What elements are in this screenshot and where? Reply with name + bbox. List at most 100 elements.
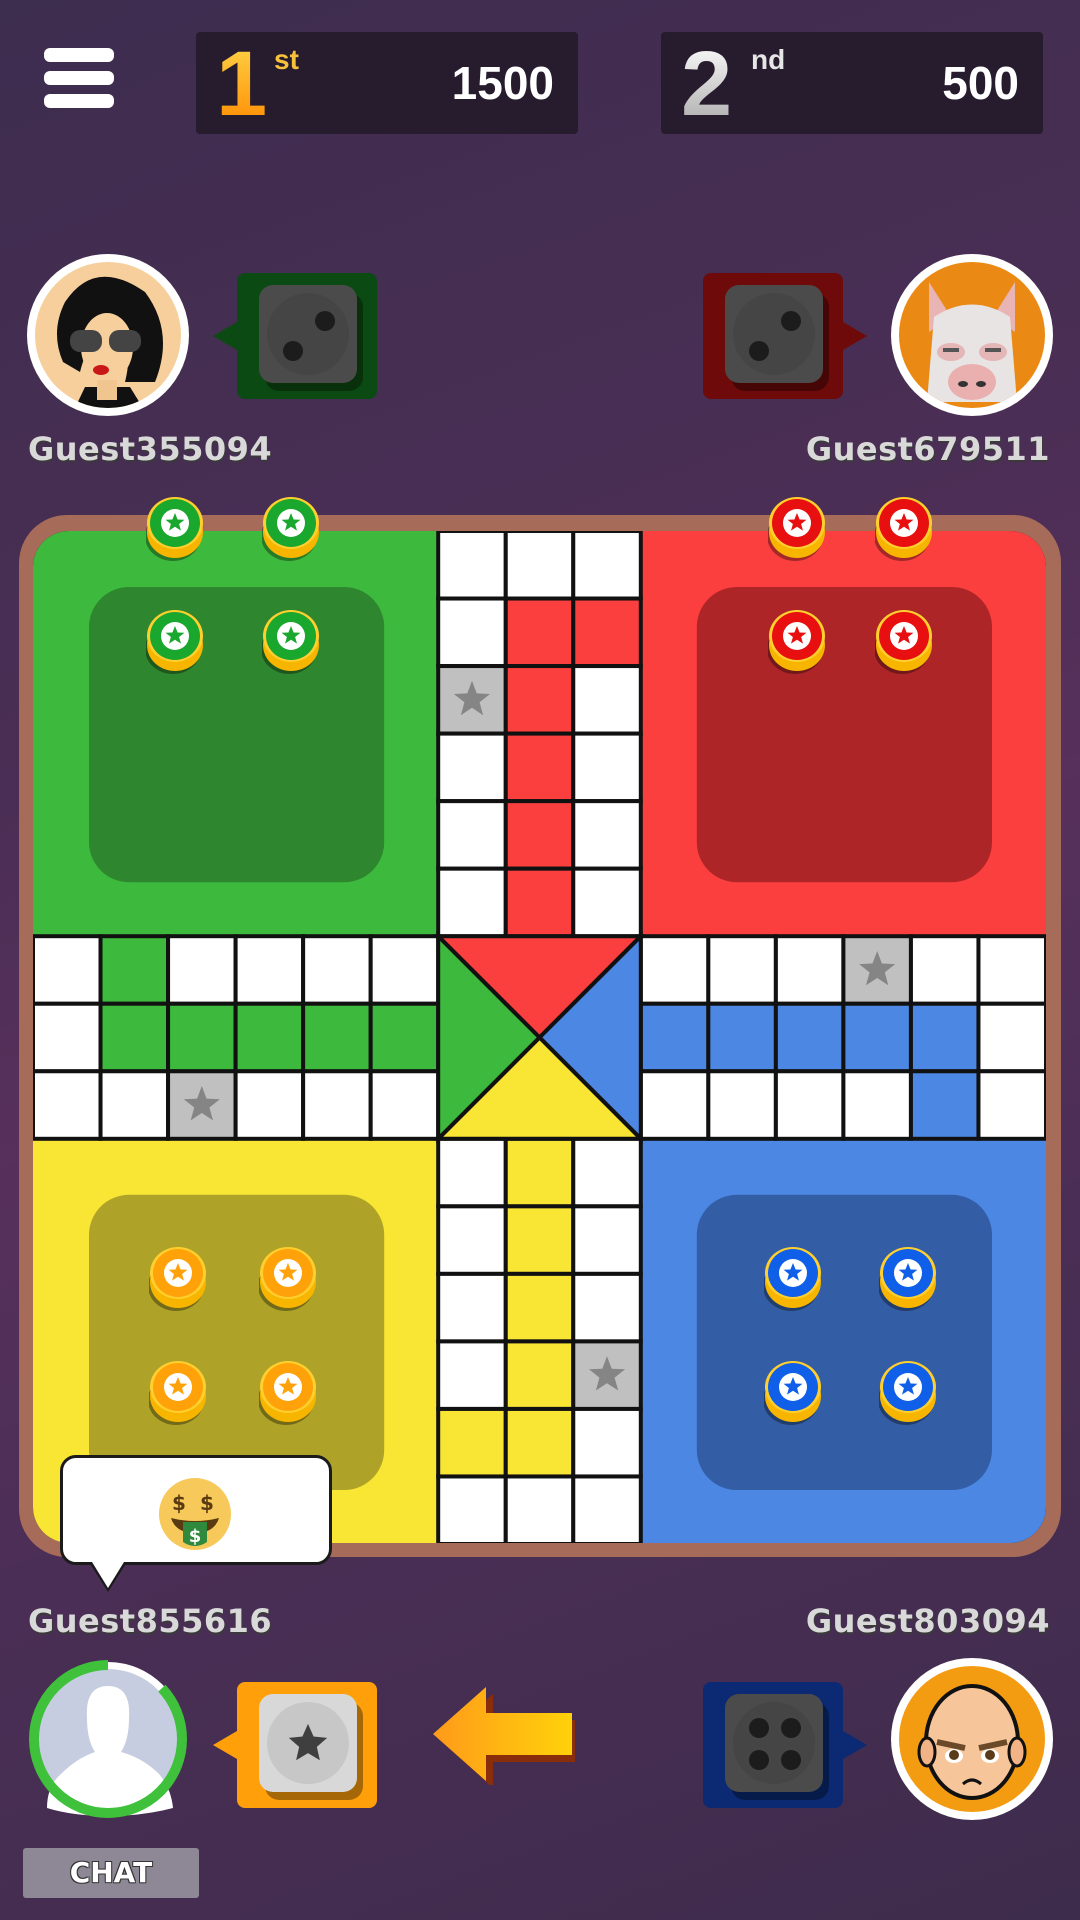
track-cell [98, 1069, 171, 1141]
track-cell [436, 1339, 508, 1411]
chat-bubble: $ $ $ [60, 1455, 332, 1565]
home-path-cell-green [368, 1001, 441, 1074]
home-path-cell-yellow [503, 1339, 576, 1411]
token-yellow[interactable] [258, 1360, 317, 1425]
home-path-cell-blue [908, 1001, 981, 1074]
player-avatar-red[interactable] [891, 254, 1053, 416]
token-green[interactable] [145, 609, 204, 674]
track-cell [503, 1474, 576, 1543]
track-cell [841, 1069, 913, 1141]
track-cell [706, 934, 778, 1006]
prize-amount: 500 [942, 57, 1019, 109]
token-yellow[interactable] [148, 1246, 207, 1311]
home-path-cell-green [98, 934, 171, 1006]
token-red[interactable] [874, 609, 933, 674]
rank-number: 1 [216, 33, 268, 135]
track-cell [436, 1204, 508, 1276]
track-cell [571, 731, 643, 804]
track-cell [638, 934, 711, 1006]
track-cell [638, 1069, 711, 1141]
token-red[interactable] [874, 496, 933, 561]
token-green[interactable] [261, 609, 320, 674]
money-mouth-emoji-icon: $ $ $ [159, 1478, 231, 1550]
player-avatar-blue[interactable] [891, 1658, 1053, 1820]
track-cell [233, 934, 306, 1006]
home-path-cell-yellow [503, 1204, 576, 1276]
leaderboard-second-place: 2 nd 500 [661, 32, 1043, 134]
home-path-cell-red [503, 596, 576, 669]
home-path-cell-green [233, 1001, 306, 1074]
track-cell [976, 934, 1046, 1006]
dice-two-icon[interactable] [725, 285, 823, 383]
track-cell [908, 934, 981, 1006]
home-path-cell-red [503, 664, 576, 736]
track-cell [976, 1001, 1046, 1074]
player-name: Guest355094 [28, 430, 273, 468]
track-cell [33, 934, 103, 1006]
star-icon [288, 1723, 328, 1761]
rank-number: 2 [681, 33, 733, 135]
track-cell [571, 531, 643, 601]
track-cell [571, 799, 643, 871]
home-base-red [696, 587, 992, 883]
track-cell [706, 1069, 778, 1141]
svg-text:$: $ [172, 1491, 186, 1515]
rank-suffix: st [274, 44, 299, 75]
dice-holder-blue [703, 1682, 867, 1808]
track-cell [368, 1069, 441, 1141]
track-cell [33, 1001, 103, 1074]
token-red[interactable] [767, 609, 826, 674]
track-cell [436, 596, 508, 669]
home-path-cell-red [503, 866, 576, 939]
track-cell [571, 1136, 643, 1209]
track-cell [571, 1474, 643, 1543]
turn-timer-ring [29, 1660, 187, 1818]
home-path-cell-blue [908, 1069, 981, 1141]
track-cell [436, 731, 508, 804]
home-path-cell-yellow [436, 1406, 508, 1479]
token-green[interactable] [261, 496, 320, 561]
home-path-cell-red [503, 731, 576, 804]
home-path-cell-blue [706, 1001, 778, 1074]
token-red[interactable] [767, 496, 826, 561]
token-yellow[interactable] [258, 1246, 317, 1311]
dice-four-icon[interactable] [725, 1694, 823, 1792]
chat-button[interactable]: CHAT [23, 1848, 199, 1898]
dice-two-icon[interactable] [259, 285, 357, 383]
home-base-green [89, 587, 385, 883]
menu-button[interactable] [44, 48, 118, 114]
player-avatar-yellow[interactable] [25, 1656, 191, 1822]
player-avatar-green[interactable] [27, 254, 189, 416]
home-path-cell-yellow [503, 1406, 576, 1479]
track-cell [503, 531, 576, 601]
token-blue[interactable] [763, 1246, 822, 1311]
track-cell [33, 1069, 103, 1141]
home-path-cell-red [503, 799, 576, 871]
left-arrow-icon [433, 1685, 578, 1788]
track-cell [436, 799, 508, 871]
track-cell [436, 1474, 508, 1543]
dice-roll-button[interactable] [259, 1694, 357, 1792]
token-blue[interactable] [878, 1360, 937, 1425]
player-name: Guest679511 [805, 430, 1050, 468]
rank-suffix: nd [751, 44, 786, 75]
bald-man-avatar [899, 1666, 1045, 1812]
home-path-cell-yellow [503, 1136, 576, 1209]
home-base-yellow [89, 1194, 385, 1490]
track-cell [571, 1204, 643, 1276]
token-yellow[interactable] [148, 1360, 207, 1425]
player-name: Guest803094 [805, 1602, 1050, 1640]
woman-sunglasses-avatar [35, 262, 181, 408]
dice-holder-yellow [213, 1682, 377, 1808]
player-name: Guest855616 [28, 1602, 273, 1640]
home-base-blue [696, 1194, 992, 1490]
track-cell [368, 934, 441, 1006]
token-blue[interactable] [763, 1360, 822, 1425]
dice-holder-red [703, 273, 867, 399]
hamburger-menu-icon [44, 48, 118, 108]
home-path-cell-green [98, 1001, 171, 1074]
track-cell [773, 1069, 846, 1141]
token-blue[interactable] [878, 1246, 937, 1311]
track-cell [166, 934, 238, 1006]
token-green[interactable] [145, 496, 204, 561]
